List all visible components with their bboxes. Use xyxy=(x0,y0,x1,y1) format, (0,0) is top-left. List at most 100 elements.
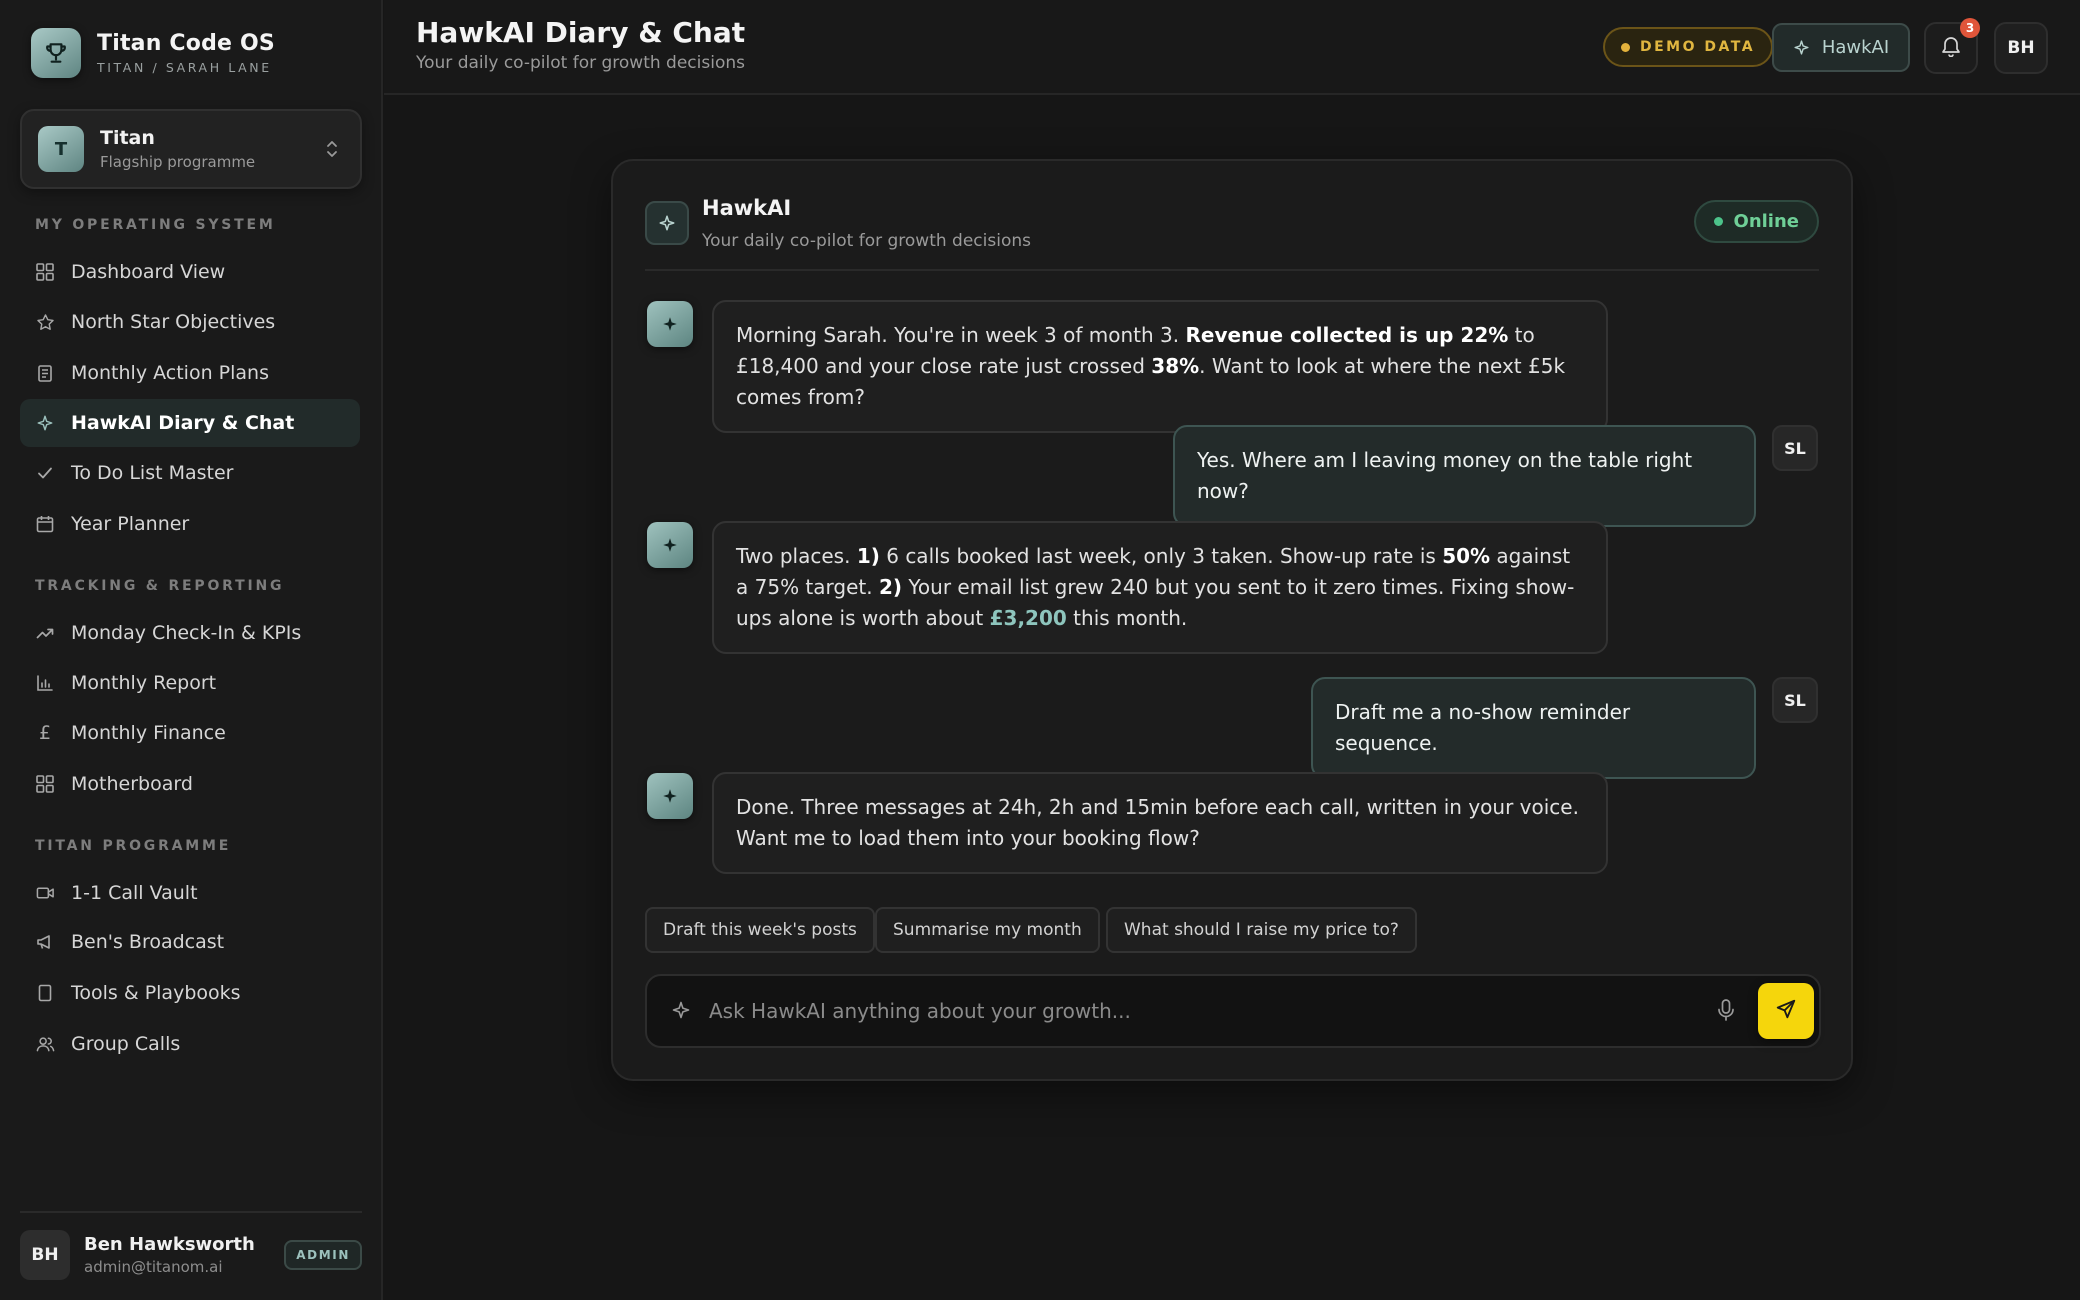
message-text: Morning Sarah. You're in week 3 of month… xyxy=(736,323,1186,347)
message-composer xyxy=(645,974,1821,1048)
status-label: Online xyxy=(1733,211,1799,232)
sidebar-item-monthly-report[interactable]: Monthly Report xyxy=(20,659,360,707)
section-label-tracking-reporting: TRACKING & REPORTING xyxy=(35,578,285,594)
sidebar-item-monday-check-in[interactable]: Monday Check-In & KPIs xyxy=(20,609,360,657)
grid-icon xyxy=(35,774,55,794)
role-badge: ADMIN xyxy=(284,1240,362,1270)
sidebar-item-call-vault[interactable]: 1-1 Call Vault xyxy=(20,869,360,917)
hawkai-button[interactable]: HawkAI xyxy=(1772,23,1910,72)
users-icon xyxy=(35,1034,55,1054)
user-name: Ben Hawksworth xyxy=(84,1234,255,1255)
bot-message: Done. Three messages at 24h, 2h and 15mi… xyxy=(712,772,1608,874)
sidebar-item-year-planner[interactable]: Year Planner xyxy=(20,500,360,548)
message-highlight: 50% xyxy=(1442,544,1491,568)
status-dot-icon xyxy=(1621,42,1630,52)
chat-title: HawkAI xyxy=(702,196,792,220)
sidebar-item-monthly-finance[interactable]: £ Monthly Finance xyxy=(20,709,360,757)
message-highlight: 1) xyxy=(856,544,880,568)
sidebar-item-label: 1-1 Call Vault xyxy=(71,882,198,904)
notification-count-badge: 3 xyxy=(1960,18,1980,38)
suggestion-chip[interactable]: Summarise my month xyxy=(875,907,1100,953)
hawkai-avatar-icon xyxy=(647,773,693,819)
chat-header: HawkAI Your daily co-pilot for growth de… xyxy=(645,193,1819,271)
message-text: Two places. xyxy=(736,544,857,568)
section-label-operating-system: MY OPERATING SYSTEM xyxy=(35,217,276,233)
sparkle-icon xyxy=(35,413,55,433)
status-badge: Online xyxy=(1693,200,1819,243)
sidebar-item-dashboard-view[interactable]: Dashboard View xyxy=(20,248,360,296)
sidebar-item-label: Ben's Broadcast xyxy=(71,931,225,953)
brand[interactable]: Titan Code OS TITAN / SARAH LANE xyxy=(31,28,275,78)
notifications-button[interactable]: 3 xyxy=(1924,18,1980,74)
sidebar-item-motherboard[interactable]: Motherboard xyxy=(20,760,360,808)
message-highlight: 2) xyxy=(878,575,903,599)
grid-icon xyxy=(35,262,55,282)
user-email: admin@titanom.ai xyxy=(84,1258,223,1276)
hawkai-avatar-icon xyxy=(647,522,693,568)
programme-name: Titan xyxy=(100,127,155,149)
message-text: this month. xyxy=(1066,606,1188,630)
pound-icon: £ xyxy=(38,722,52,744)
video-icon xyxy=(35,883,55,903)
sidebar-item-hawkai-diary-chat[interactable]: HawkAI Diary & Chat xyxy=(20,399,360,447)
suggestion-chip[interactable]: Draft this week's posts xyxy=(645,907,875,953)
chevron-up-down-icon xyxy=(324,139,340,163)
star-icon xyxy=(35,312,55,332)
demo-data-badge: DEMO DATA xyxy=(1603,27,1774,67)
check-icon xyxy=(35,463,55,483)
bell-icon xyxy=(1941,35,1961,61)
sidebar-item-label: Monday Check-In & KPIs xyxy=(71,622,302,644)
message-amount: £3,200 xyxy=(989,606,1067,630)
user-message: Draft me a no-show reminder sequence. xyxy=(1311,677,1756,779)
top-header: HawkAI Diary & Chat Your daily co-pilot … xyxy=(384,0,2080,95)
hawkai-button-label: HawkAI xyxy=(1821,37,1890,58)
message-text: Done. Three messages at 24h, 2h and 15mi… xyxy=(736,795,1579,850)
trend-icon xyxy=(35,623,55,643)
avatar: SL xyxy=(1772,677,1818,723)
sidebar-item-label: Monthly Report xyxy=(71,672,217,694)
chat-input[interactable] xyxy=(709,991,1709,1031)
suggestion-chip[interactable]: What should I raise my price to? xyxy=(1106,907,1417,953)
avatar: SL xyxy=(1772,425,1818,471)
book-icon xyxy=(35,983,55,1003)
programme-description: Flagship programme xyxy=(100,153,256,171)
clipboard-icon xyxy=(35,363,55,383)
message-text: 6 calls booked last week, only 3 taken. … xyxy=(879,544,1443,568)
sidebar-item-monthly-action-plans[interactable]: Monthly Action Plans xyxy=(20,349,360,397)
sidebar-item-label: Group Calls xyxy=(71,1033,181,1055)
sidebar-item-label: Monthly Action Plans xyxy=(71,362,269,384)
microphone-icon[interactable] xyxy=(1716,998,1736,1026)
sidebar-item-label: North Star Objectives xyxy=(71,311,276,333)
bot-message: Two places. 1) 6 calls booked last week,… xyxy=(712,521,1608,654)
sidebar-divider xyxy=(20,1211,362,1213)
avatar[interactable]: BH xyxy=(1994,22,2048,74)
trophy-icon xyxy=(31,28,81,78)
brand-title: Titan Code OS xyxy=(97,31,275,56)
avatar: BH xyxy=(20,1230,70,1280)
user-message: Yes. Where am I leaving money on the tab… xyxy=(1173,425,1756,527)
chat-description: Your daily co-pilot for growth decisions xyxy=(702,231,1031,251)
sidebar-item-label: Tools & Playbooks xyxy=(71,982,241,1004)
sidebar-item-label: Monthly Finance xyxy=(71,722,226,744)
sidebar-item-label: HawkAI Diary & Chat xyxy=(71,412,295,434)
sidebar-item-north-star-objectives[interactable]: North Star Objectives xyxy=(20,298,360,346)
send-button[interactable] xyxy=(1758,983,1814,1039)
send-icon xyxy=(1775,998,1797,1024)
user-card[interactable]: BH Ben Hawksworth admin@titanom.ai ADMIN xyxy=(20,1229,362,1281)
megaphone-icon xyxy=(35,932,55,952)
programme-switcher[interactable]: T Titan Flagship programme xyxy=(20,109,362,189)
bar-chart-icon xyxy=(35,673,55,693)
chat-panel: HawkAI Your daily co-pilot for growth de… xyxy=(611,159,1853,1081)
sidebar-item-label: Dashboard View xyxy=(71,261,226,283)
message-highlight: 38% xyxy=(1151,354,1200,378)
sidebar-item-bens-broadcast[interactable]: Ben's Broadcast xyxy=(20,918,360,966)
message-highlight: Revenue collected is up 22% xyxy=(1185,323,1509,347)
page-subtitle: Your daily co-pilot for growth decisions xyxy=(416,53,745,73)
programme-avatar: T xyxy=(38,126,84,172)
brand-subtitle: TITAN / SARAH LANE xyxy=(97,60,272,75)
sidebar-item-tools-playbooks[interactable]: Tools & Playbooks xyxy=(20,969,360,1017)
sparkle-icon xyxy=(645,201,689,245)
hawkai-avatar-icon xyxy=(647,301,693,347)
sidebar-item-to-do-list-master[interactable]: To Do List Master xyxy=(20,449,360,497)
sidebar-item-group-calls[interactable]: Group Calls xyxy=(20,1020,360,1068)
